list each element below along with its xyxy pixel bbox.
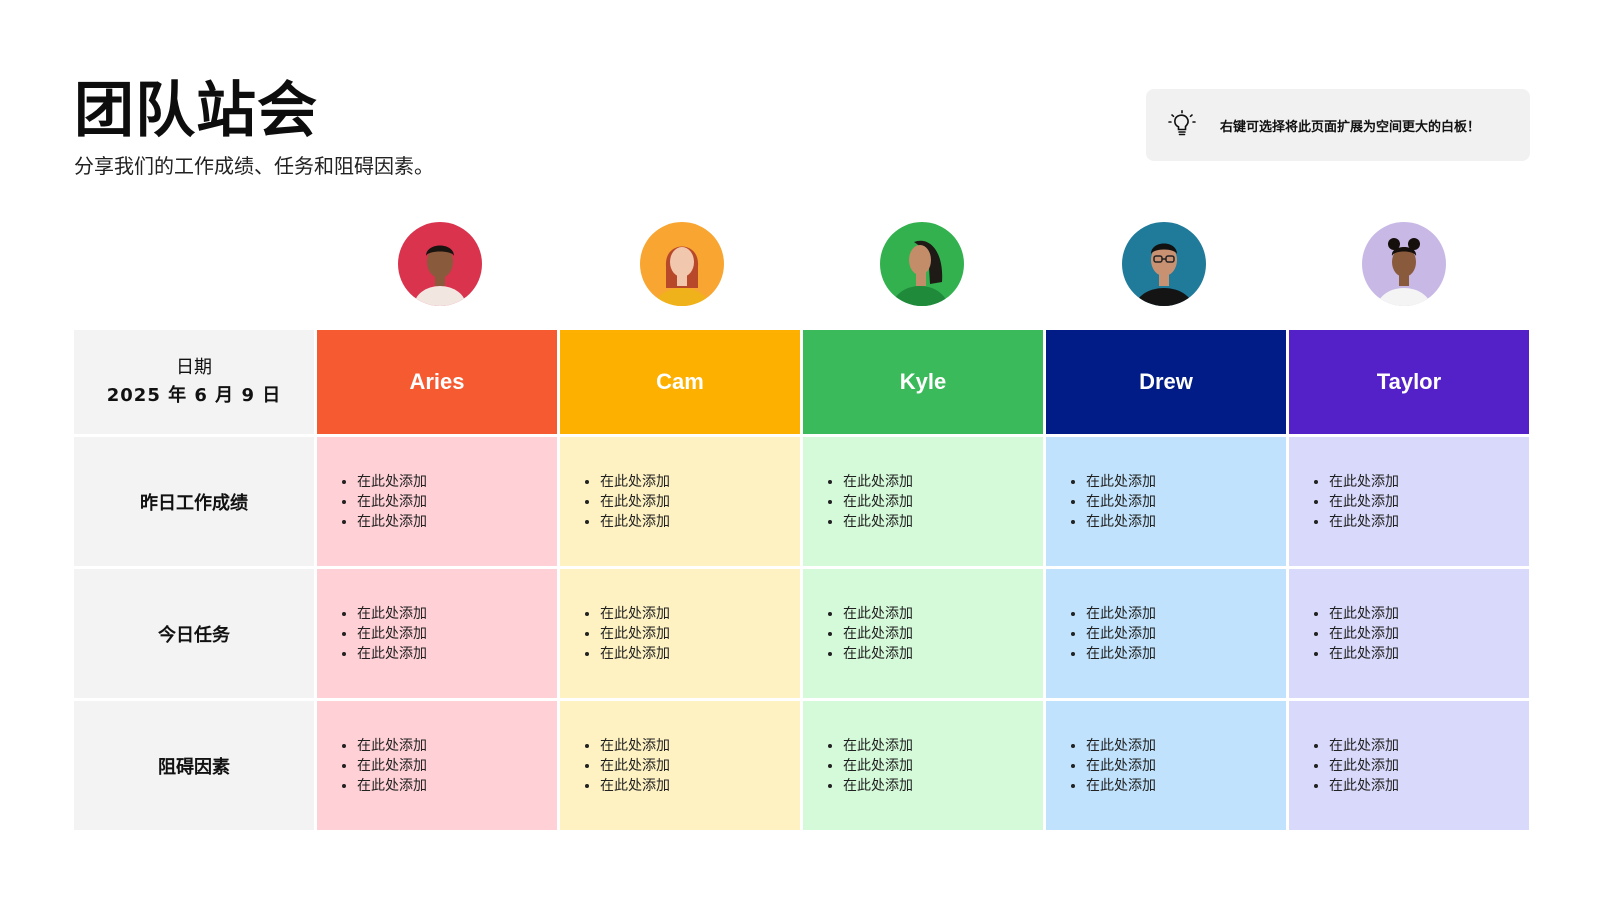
list-item[interactable]: 在此处添加	[843, 604, 913, 624]
cell-aries-today[interactable]: 在此处添加在此处添加在此处添加	[317, 569, 557, 698]
list-item[interactable]: 在此处添加	[1086, 624, 1156, 644]
cell-taylor-blockers[interactable]: 在此处添加在此处添加在此处添加	[1289, 701, 1529, 830]
list-item[interactable]: 在此处添加	[1329, 776, 1399, 796]
list-item[interactable]: 在此处添加	[600, 624, 670, 644]
list-item[interactable]: 在此处添加	[1329, 512, 1399, 532]
list-item[interactable]: 在此处添加	[357, 512, 427, 532]
list-item[interactable]: 在此处添加	[600, 736, 670, 756]
row-label-yesterday: 昨日工作成绩	[74, 437, 314, 566]
list-item[interactable]: 在此处添加	[843, 512, 913, 532]
list-item[interactable]: 在此处添加	[1329, 604, 1399, 624]
list-item[interactable]: 在此处添加	[600, 472, 670, 492]
cell-kyle-today[interactable]: 在此处添加在此处添加在此处添加	[803, 569, 1043, 698]
cell-aries-yesterday[interactable]: 在此处添加在此处添加在此处添加	[317, 437, 557, 566]
date-cell: 日期 2025 年 6 月 9 日	[74, 330, 314, 434]
date-label: 日期	[176, 357, 212, 378]
list-item[interactable]: 在此处添加	[600, 512, 670, 532]
cell-kyle-blockers[interactable]: 在此处添加在此处添加在此处添加	[803, 701, 1043, 830]
member-header-kyle: Kyle	[803, 330, 1043, 434]
list-item[interactable]: 在此处添加	[843, 756, 913, 776]
avatar-aries	[398, 222, 482, 306]
list-item[interactable]: 在此处添加	[357, 776, 427, 796]
list-item[interactable]: 在此处添加	[600, 756, 670, 776]
page-title: 团队站会	[74, 76, 318, 146]
member-header-cam: Cam	[560, 330, 800, 434]
list-item[interactable]: 在此处添加	[1086, 644, 1156, 664]
list-item[interactable]: 在此处添加	[843, 492, 913, 512]
cell-cam-today[interactable]: 在此处添加在此处添加在此处添加	[560, 569, 800, 698]
list-item[interactable]: 在此处添加	[600, 604, 670, 624]
avatar-drew	[1122, 222, 1206, 306]
list-item[interactable]: 在此处添加	[357, 736, 427, 756]
list-item[interactable]: 在此处添加	[1329, 472, 1399, 492]
tip-banner: 右键可选择将此页面扩展为空间更大的白板！	[1146, 89, 1530, 161]
list-item[interactable]: 在此处添加	[1086, 736, 1156, 756]
member-header-aries: Aries	[317, 330, 557, 434]
list-item[interactable]: 在此处添加	[600, 776, 670, 796]
page-subtitle: 分享我们的工作成绩、任务和阻碍因素。	[74, 154, 434, 178]
cell-cam-blockers[interactable]: 在此处添加在此处添加在此处添加	[560, 701, 800, 830]
list-item[interactable]: 在此处添加	[843, 736, 913, 756]
tip-text: 右键可选择将此页面扩展为空间更大的白板！	[1220, 119, 1481, 135]
standup-table: 日期 2025 年 6 月 9 日 Aries Cam Kyle Drew Ta…	[74, 330, 1529, 830]
cell-aries-blockers[interactable]: 在此处添加在此处添加在此处添加	[317, 701, 557, 830]
list-item[interactable]: 在此处添加	[1329, 756, 1399, 776]
member-header-drew: Drew	[1046, 330, 1286, 434]
list-item[interactable]: 在此处添加	[600, 644, 670, 664]
lightbulb-icon	[1168, 110, 1196, 136]
list-item[interactable]: 在此处添加	[1329, 492, 1399, 512]
cell-taylor-today[interactable]: 在此处添加在此处添加在此处添加	[1289, 569, 1529, 698]
cell-kyle-yesterday[interactable]: 在此处添加在此处添加在此处添加	[803, 437, 1043, 566]
list-item[interactable]: 在此处添加	[357, 624, 427, 644]
list-item[interactable]: 在此处添加	[357, 492, 427, 512]
list-item[interactable]: 在此处添加	[357, 756, 427, 776]
list-item[interactable]: 在此处添加	[1329, 624, 1399, 644]
list-item[interactable]: 在此处添加	[1086, 512, 1156, 532]
avatar-cam	[640, 222, 724, 306]
list-item[interactable]: 在此处添加	[357, 644, 427, 664]
list-item[interactable]: 在此处添加	[843, 776, 913, 796]
list-item[interactable]: 在此处添加	[357, 604, 427, 624]
list-item[interactable]: 在此处添加	[843, 624, 913, 644]
list-item[interactable]: 在此处添加	[1086, 756, 1156, 776]
member-header-taylor: Taylor	[1289, 330, 1529, 434]
list-item[interactable]: 在此处添加	[600, 492, 670, 512]
cell-drew-blockers[interactable]: 在此处添加在此处添加在此处添加	[1046, 701, 1286, 830]
list-item[interactable]: 在此处添加	[357, 472, 427, 492]
avatar-kyle	[880, 222, 964, 306]
list-item[interactable]: 在此处添加	[1329, 644, 1399, 664]
row-label-blockers: 阻碍因素	[74, 701, 314, 830]
list-item[interactable]: 在此处添加	[1086, 472, 1156, 492]
cell-cam-yesterday[interactable]: 在此处添加在此处添加在此处添加	[560, 437, 800, 566]
list-item[interactable]: 在此处添加	[1086, 492, 1156, 512]
avatar-taylor	[1362, 222, 1446, 306]
list-item[interactable]: 在此处添加	[1086, 604, 1156, 624]
list-item[interactable]: 在此处添加	[843, 644, 913, 664]
cell-taylor-yesterday[interactable]: 在此处添加在此处添加在此处添加	[1289, 437, 1529, 566]
cell-drew-yesterday[interactable]: 在此处添加在此处添加在此处添加	[1046, 437, 1286, 566]
list-item[interactable]: 在此处添加	[1086, 776, 1156, 796]
cell-drew-today[interactable]: 在此处添加在此处添加在此处添加	[1046, 569, 1286, 698]
date-value: 2025 年 6 月 9 日	[106, 385, 282, 406]
list-item[interactable]: 在此处添加	[1329, 736, 1399, 756]
row-label-today: 今日任务	[74, 569, 314, 698]
list-item[interactable]: 在此处添加	[843, 472, 913, 492]
